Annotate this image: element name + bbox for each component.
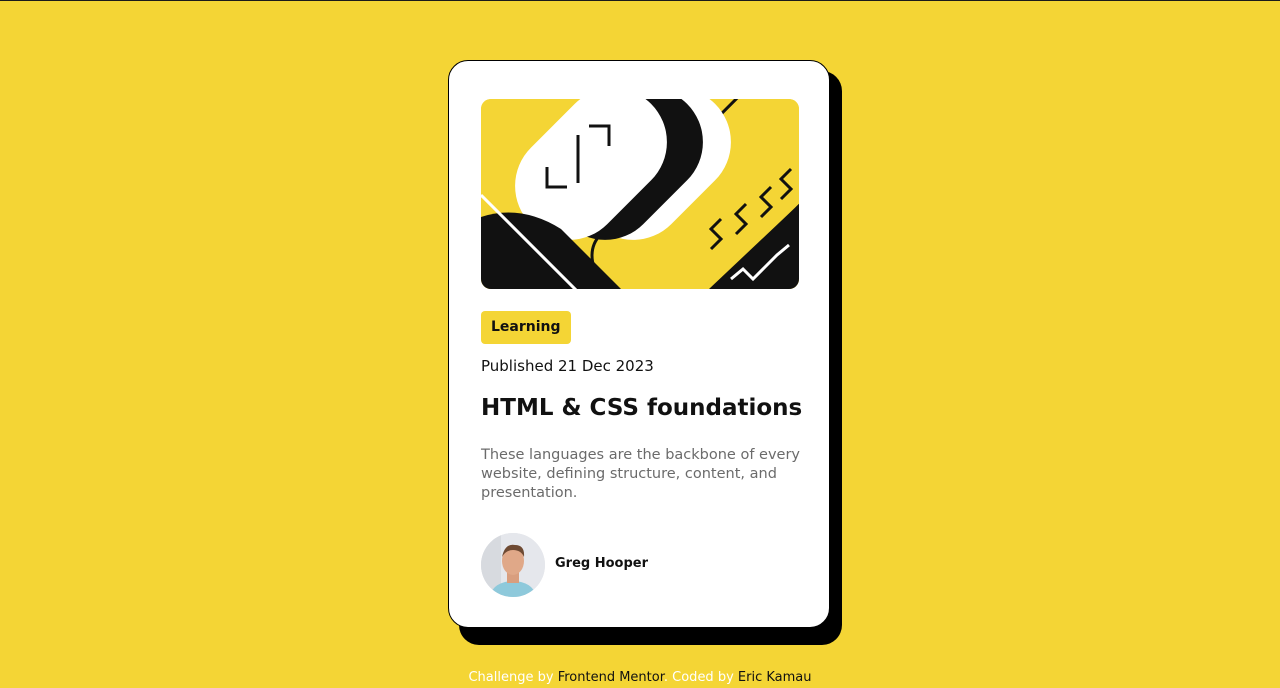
author-link[interactable]: Eric Kamau: [738, 670, 812, 685]
frontend-mentor-link[interactable]: Frontend Mentor: [558, 670, 664, 685]
card-title[interactable]: HTML & CSS foundations: [481, 395, 802, 421]
top-rule: [0, 0, 1280, 1]
footer-separator: .: [663, 670, 669, 685]
blog-card: Learning Published 21 Dec 2023 HTML & CS…: [448, 60, 830, 628]
card-description: These languages are the backbone of ever…: [481, 447, 800, 501]
author-name: Greg Hooper: [555, 556, 649, 571]
hero-illustration: [481, 99, 799, 289]
published-date: Published 21 Dec 2023: [481, 357, 654, 375]
avatar-image: [481, 533, 545, 597]
challenge-prefix: Challenge by: [468, 670, 554, 685]
category-tag: Learning: [481, 311, 571, 344]
author-avatar: [481, 533, 545, 597]
hero-illustration-svg: [481, 99, 799, 289]
attribution-footer: Challenge by Frontend Mentor. Coded by E…: [0, 670, 1280, 685]
coded-prefix: Coded by: [672, 670, 734, 685]
